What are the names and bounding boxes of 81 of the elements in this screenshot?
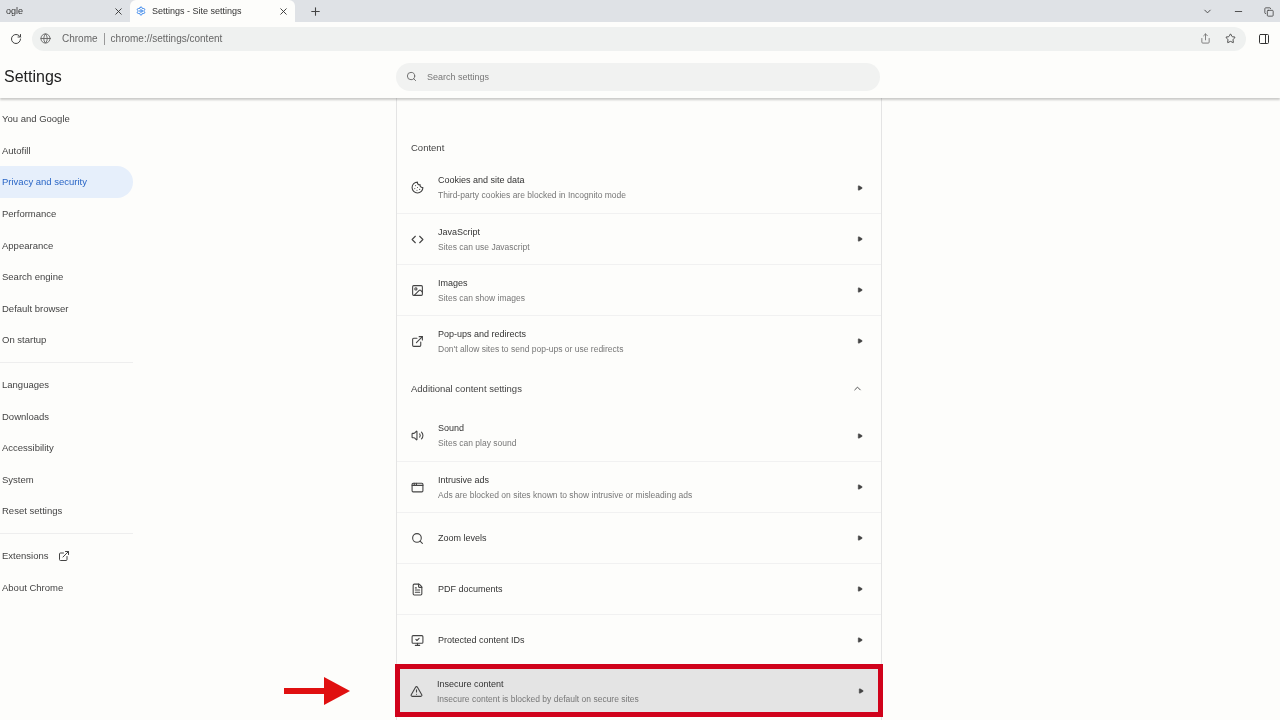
setting-icon xyxy=(411,582,424,596)
settings-row[interactable]: Zoom levels xyxy=(397,512,881,563)
setting-description: Sites can use Javascript xyxy=(438,241,531,252)
sidebar-item[interactable]: About Chrome xyxy=(0,571,133,603)
bookmark-star-icon[interactable] xyxy=(1225,33,1236,44)
sidebar-item[interactable]: Downloads xyxy=(0,400,133,432)
settings-row[interactable]: Images Sites can show images xyxy=(397,264,881,315)
sidebar-item[interactable]: Performance xyxy=(0,197,133,230)
sidebar-item[interactable]: Languages xyxy=(0,368,133,401)
setting-title: Intrusive ads xyxy=(438,474,491,485)
settings-row[interactable]: Sound Sites can play sound xyxy=(397,410,881,461)
setting-icon xyxy=(410,684,423,698)
setting-title: Zoom levels xyxy=(438,533,488,543)
address-bar[interactable]: Chrome chrome://settings/content xyxy=(32,26,1246,51)
search-icon xyxy=(406,71,417,82)
close-icon[interactable] xyxy=(113,5,124,17)
arrow-right-icon[interactable] xyxy=(857,432,863,439)
setting-description: Sites can play sound xyxy=(438,438,518,448)
setting-description: Insecure content is blocked by default on secure sites xyxy=(437,693,640,704)
settings-row[interactable]: Intrusive ads Ads are blocked on sites known to show intrusive or misleading ads xyxy=(397,461,881,512)
sidebar-item[interactable]: Extensions xyxy=(0,539,133,572)
settings-row[interactable]: PDF documents xyxy=(397,563,881,614)
restore-icon[interactable] xyxy=(1264,6,1274,17)
arrow-right-icon[interactable] xyxy=(857,586,863,592)
new-tab-icon[interactable] xyxy=(309,5,322,18)
setting-icon xyxy=(411,334,424,348)
arrow-right-icon[interactable] xyxy=(857,236,863,242)
close-icon[interactable] xyxy=(278,5,289,17)
sidebar-item[interactable]: Autofill xyxy=(0,134,133,167)
setting-icon xyxy=(411,181,424,194)
section-title: Content xyxy=(411,141,445,153)
setting-icon xyxy=(411,633,424,647)
arrow-drawing xyxy=(284,675,350,707)
share-icon[interactable] xyxy=(1200,33,1211,44)
settings-row[interactable]: Cookies and site data Third-party cookies are blocked in Incognito mode xyxy=(397,162,881,213)
arrow-right-icon[interactable] xyxy=(857,535,863,541)
sidebar-item[interactable]: Appearance xyxy=(0,229,133,261)
setting-title: Sound xyxy=(438,423,466,433)
setting-description: Third-party cookies are blocked in Incognito mode xyxy=(438,190,628,200)
settings-row[interactable]: Pop-ups and redirects Don't allow sites to send pop-ups or use redirects xyxy=(397,315,881,366)
arrow-right-icon[interactable] xyxy=(857,484,863,490)
sidebar-item[interactable]: On startup xyxy=(0,324,133,356)
section-expander[interactable]: Additional content settings xyxy=(397,366,881,410)
globe-icon xyxy=(40,33,51,44)
setting-title: JavaScript xyxy=(438,226,482,237)
setting-description: Don't allow sites to send pop-ups or use redirects xyxy=(438,343,625,354)
side-panel-icon[interactable] xyxy=(1258,32,1270,45)
reload-icon[interactable] xyxy=(10,32,22,45)
browser-tab[interactable]: ogle xyxy=(0,0,130,22)
sidebar-item[interactable]: Default browser xyxy=(0,292,133,325)
setting-title: Pop-ups and redirects xyxy=(438,328,528,339)
url-text: chrome://settings/content xyxy=(110,33,223,44)
sidebar-item[interactable]: You and Google xyxy=(0,103,133,135)
site-label: Chrome xyxy=(62,33,98,44)
sidebar-item[interactable]: System xyxy=(0,463,133,496)
setting-icon xyxy=(411,531,424,545)
settings-row[interactable]: JavaScript Sites can use Javascript xyxy=(397,213,881,264)
browser-tab[interactable]: Settings - Site settings xyxy=(130,0,295,22)
setting-title: Images xyxy=(438,277,469,288)
setting-description: Ads are blocked on sites known to show intrusive or misleading ads xyxy=(438,489,694,500)
gear-icon xyxy=(136,6,146,16)
setting-title: Cookies and site data xyxy=(438,175,526,185)
setting-title: Protected content IDs xyxy=(438,635,526,645)
setting-icon xyxy=(411,283,424,297)
arrow-right-icon[interactable] xyxy=(857,637,863,643)
arrow-right-icon[interactable] xyxy=(858,688,864,694)
sidebar-item[interactable]: Accessibility xyxy=(0,431,133,464)
setting-icon xyxy=(411,480,424,494)
sidebar-item[interactable]: Privacy and security xyxy=(0,166,133,198)
sidebar-item[interactable]: Search engine xyxy=(0,260,133,293)
setting-title: PDF documents xyxy=(438,584,504,594)
arrow-right-icon[interactable] xyxy=(857,287,863,293)
section-title: Additional content settings xyxy=(411,382,522,394)
setting-icon xyxy=(411,429,424,442)
search-field[interactable]: Search settings xyxy=(396,62,880,91)
arrow-right-icon[interactable] xyxy=(857,184,863,191)
page-title: Settings xyxy=(4,67,63,86)
arrow-right-icon[interactable] xyxy=(857,338,863,344)
sidebar-item[interactable]: Reset settings xyxy=(0,495,133,527)
setting-description: Sites can show images xyxy=(438,292,526,303)
setting-title: Insecure content xyxy=(437,678,505,689)
